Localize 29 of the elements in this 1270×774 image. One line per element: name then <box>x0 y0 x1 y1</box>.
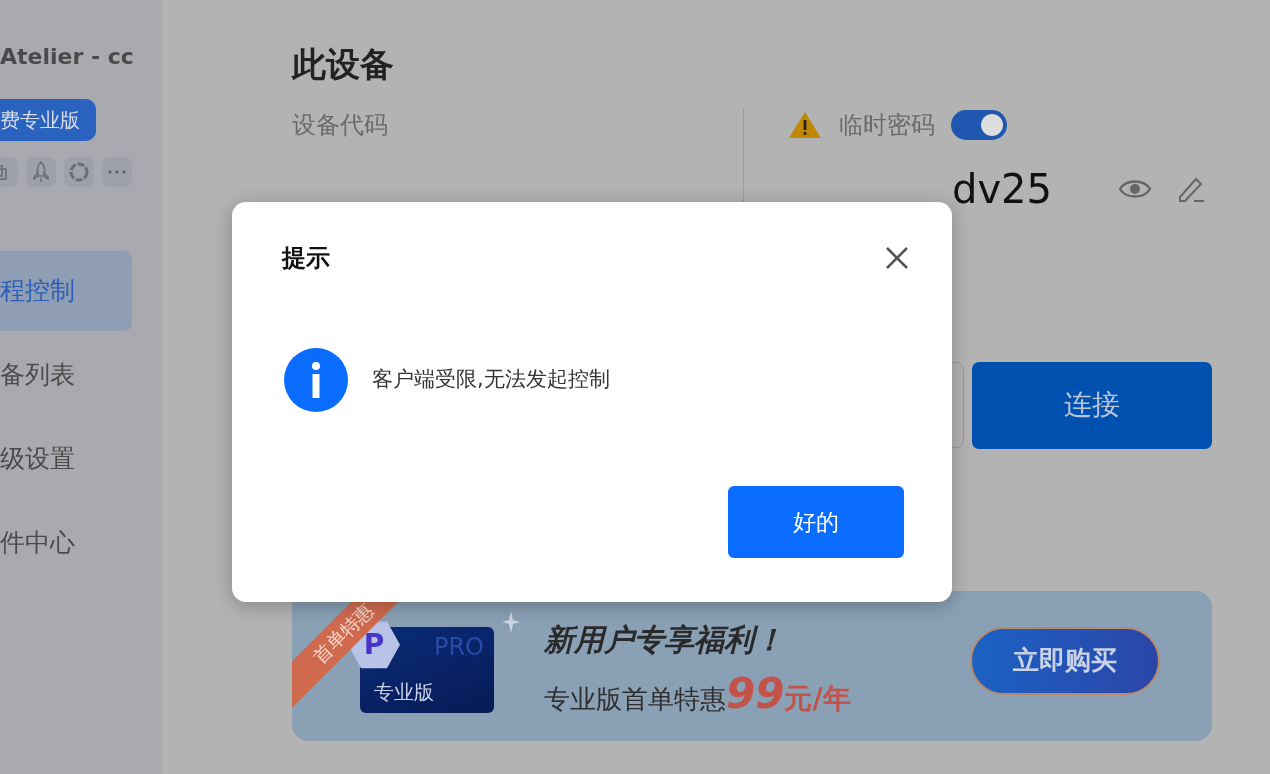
connect-button[interactable]: 连接 <box>972 361 1212 449</box>
toggle-switch[interactable] <box>951 109 1007 140</box>
sidebar-item[interactable]: 级设置 <box>0 419 132 499</box>
ok-button[interactable]: 好的 <box>728 486 904 558</box>
promo-subtitle: 专业版首单特惠 <box>544 682 726 716</box>
ring-icon[interactable] <box>64 157 94 187</box>
sparkle-icon <box>502 610 520 633</box>
price-unit: 元/年 <box>784 681 851 717</box>
info-icon <box>284 348 348 412</box>
section-heading: 此设备 <box>292 44 395 85</box>
sidebar-item[interactable]: 备列表 <box>0 335 132 415</box>
buy-button[interactable]: 立即购买 <box>970 626 1160 695</box>
sidebar-item[interactable]: 程控制 <box>0 251 132 331</box>
upgrade-button[interactable]: 费专业版 <box>0 99 96 141</box>
promo-title: 新用户专享福利！ <box>544 620 785 659</box>
dialog-message: 客户端受限,无法发起控制 <box>372 366 610 394</box>
app-title: Atelier - cc <box>0 43 135 71</box>
rocket-icon[interactable] <box>26 157 56 187</box>
pro-label: PRO <box>433 631 484 663</box>
sidebar-item[interactable]: 件中心 <box>0 503 132 583</box>
field-label: 临时密码 <box>839 109 935 141</box>
more-icon[interactable] <box>102 157 132 187</box>
field-label: 设备代码 <box>292 109 389 141</box>
close-icon[interactable] <box>884 245 910 271</box>
dialog-title: 提示 <box>282 243 330 274</box>
pencil-icon[interactable] <box>1176 175 1206 204</box>
price-text: 99 <box>726 667 785 720</box>
password-text: dv25 <box>952 165 1052 212</box>
product-label: 专业版 <box>374 678 434 706</box>
